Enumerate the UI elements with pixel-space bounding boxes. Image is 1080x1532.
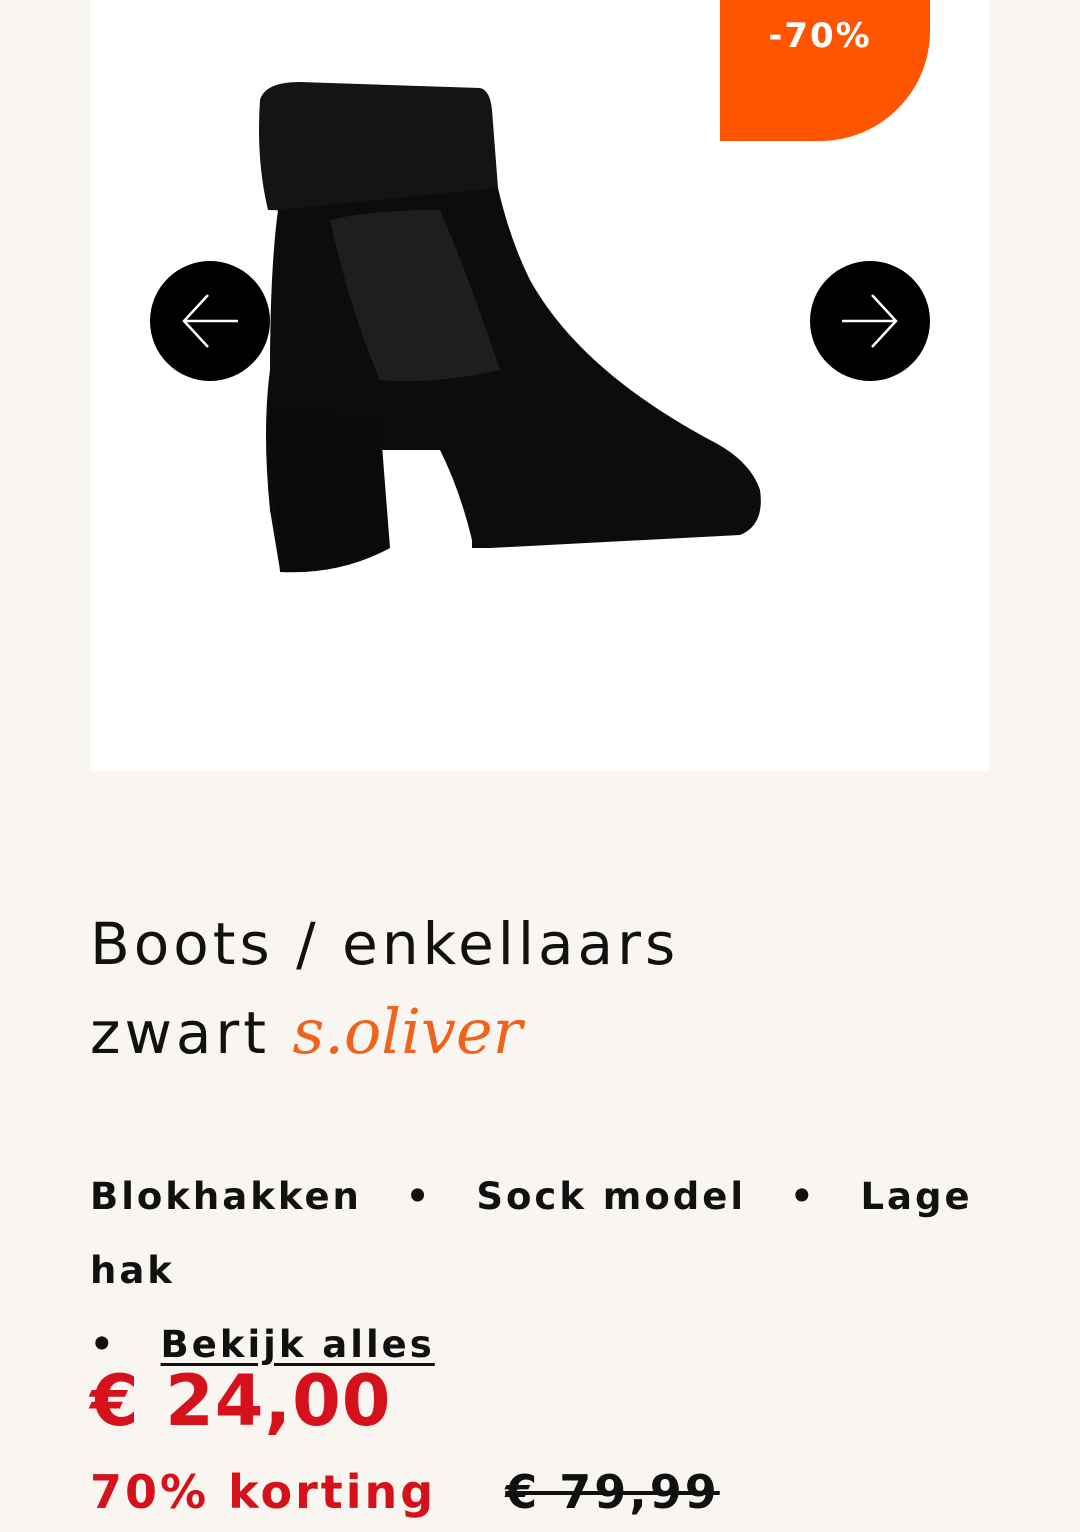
product-title: Boots / enkellaars zwart s.oliver [90,900,970,1077]
product-features: Blokhakken • Sock model • Lage hak • Bek… [90,1160,990,1382]
carousel-next-button[interactable] [810,261,930,381]
feature-item: Sock model [476,1175,747,1218]
discount-text: 70% korting [90,1465,437,1519]
product-image-card: -70% [90,0,990,771]
discount-row: 70% korting € 79,99 [90,1465,720,1519]
discount-badge-text: -70% [768,16,872,56]
feature-item: Blokhakken [90,1175,362,1218]
carousel-prev-button[interactable] [150,261,270,381]
bullet-separator: • [789,1175,817,1218]
bullet-separator: • [405,1175,433,1218]
product-title-line1: Boots / enkellaars [90,910,680,978]
product-title-color: zwart [90,999,271,1067]
current-price: € 24,00 [90,1360,392,1442]
old-price: € 79,99 [505,1465,720,1519]
product-image-boot [259,82,761,573]
brand-logo[interactable]: s.oliver [292,995,522,1068]
arrow-left-icon [182,294,238,348]
arrow-right-icon [842,294,898,348]
